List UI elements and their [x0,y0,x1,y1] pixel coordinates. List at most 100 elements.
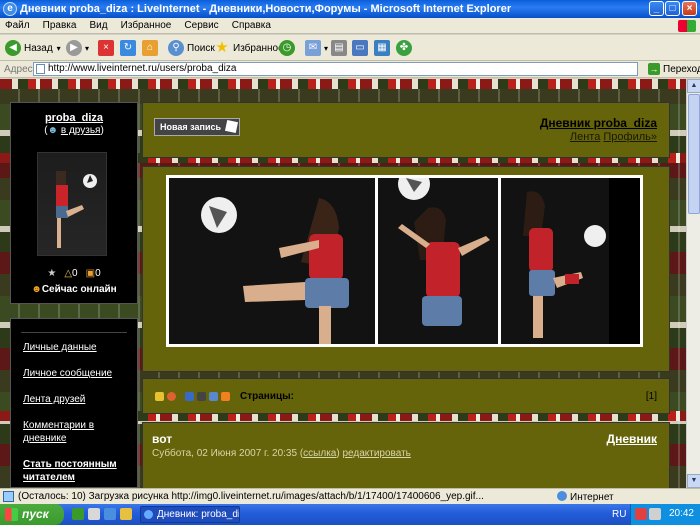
scroll-thumb[interactable] [688,94,700,214]
banner-photo [378,178,498,344]
comment-icon: ▣ [85,268,96,279]
favorites-button[interactable]: ★ Избранное [214,38,284,58]
avatar[interactable] [37,152,107,256]
menu-file[interactable]: Файл [0,18,35,33]
scroll-down-icon[interactable]: ▼ [687,474,700,488]
add-friend-link[interactable]: (☻ в друзья) [11,125,137,136]
stop-button[interactable]: × [98,38,117,58]
stat-item-b: ▣0 [85,268,101,279]
new-post-label: Новая запись [160,122,222,132]
post-permalink[interactable]: ссылка [303,448,336,459]
menu-view[interactable]: Вид [85,18,113,33]
banner-photo [501,178,640,344]
banner-photo [169,178,375,344]
back-label: Назад [24,42,53,54]
address-url: http://www.liveinternet.ru/users/proba_d… [48,63,237,74]
page-number[interactable]: [1] [646,391,657,402]
scroll-up-icon[interactable]: ▲ [687,79,700,93]
rating-star-icon: ★ [47,268,57,279]
window-title: Дневник proba_diza : LiveInternet - Днев… [20,3,512,15]
quicklaunch-icon[interactable] [120,508,132,520]
post-title: вот [152,432,173,446]
maximize-button[interactable]: □ [665,1,680,16]
profile-username[interactable]: proba_diza [11,112,137,124]
back-dropdown-icon[interactable]: ▾ [57,44,61,53]
taskbar-window-label: Дневник: proba_diza ... [157,509,240,520]
go-button[interactable]: → Переход [648,63,700,75]
mail-dropdown-icon[interactable]: ▾ [324,44,328,53]
header-links: Лента Профиль» [570,131,657,143]
menu-favorites[interactable]: Избранное [116,18,177,33]
print-icon[interactable] [197,392,206,401]
vertical-scrollbar[interactable]: ▲ ▼ [686,79,700,488]
thumbs-icon: △ [64,268,73,279]
tray-icon[interactable] [635,508,647,520]
divider [21,332,127,333]
post-category-link[interactable]: Дневник [607,432,657,446]
page-icon [36,64,45,74]
friends-icon: ☻ [47,125,59,136]
minimize-button[interactable]: _ [649,1,664,16]
nav-friends-feed[interactable]: Лента друзей [11,393,137,406]
print-button[interactable]: ▤ [331,38,350,58]
back-button[interactable]: ◀ Назад ▾ [5,38,61,58]
home-icon: ⌂ [142,40,158,56]
blog-header: Новая запись Дневник proba_diza Лента Пр… [142,102,670,158]
search-label: Поиск [187,42,215,54]
new-post-button[interactable]: Новая запись [154,118,241,136]
quicklaunch-icon[interactable] [104,508,116,520]
taskbar-window-button[interactable]: Дневник: proba_diza ... [140,506,240,523]
address-input[interactable]: http://www.liveinternet.ru/users/proba_d… [33,62,638,76]
history-button[interactable]: ◷ [279,38,298,58]
menu-help[interactable]: Справка [227,18,276,33]
edit-icon: ▭ [352,40,368,56]
profile-link[interactable]: Профиль» [603,131,657,143]
favorites-label: Избранное [233,42,284,54]
nav-private-message[interactable]: Личное сообщение [11,367,137,380]
print-icon: ▤ [331,40,347,56]
smile-icon[interactable] [167,392,176,401]
pages-label: Страницы: [240,391,294,402]
forward-dropdown-icon[interactable]: ▾ [85,44,89,53]
edit-button[interactable]: ▭ [352,38,371,58]
feed-link[interactable]: Лента [570,131,600,143]
quicklaunch-icon[interactable] [88,508,100,520]
tray-icon[interactable] [649,508,661,520]
start-button[interactable]: пуск [0,504,64,525]
address-bar: Адрес: http://www.liveinternet.ru/users/… [0,61,700,78]
forward-arrow-icon: ▶ [66,40,82,56]
messenger-icon: ✤ [396,40,412,56]
bookmark-icon[interactable] [185,392,194,401]
photo-kick [201,197,349,344]
post-edit-link[interactable]: редактировать [342,448,410,459]
search-button[interactable]: ⚲ Поиск [168,38,215,58]
refresh-button[interactable]: ↻ [120,38,139,58]
start-label: пуск [22,507,49,521]
nav-personal-data[interactable]: Личные данные [11,341,137,354]
photo-banner [142,166,670,372]
mail-icon[interactable] [209,392,218,401]
menu-edit[interactable]: Правка [38,18,82,33]
nav-become-reader[interactable]: Стать постоянным читателем [11,458,137,484]
photo-strip [166,175,643,347]
discuss-button[interactable]: ▦ [374,38,393,58]
mail-button[interactable]: ✉ ▾ [305,38,328,58]
home-button[interactable]: ⌂ [142,38,161,58]
rss-icon[interactable] [221,392,230,401]
blog-title[interactable]: Дневник proba_diza [540,116,657,130]
decor-strip [0,79,700,89]
quicklaunch-icon[interactable] [72,508,84,520]
internet-zone: Интернет [557,491,614,503]
language-indicator[interactable]: RU [612,509,626,520]
messenger-button[interactable]: ✤ [396,38,415,58]
title-bar: e Дневник proba_diza : LiveInternet - Дн… [0,0,700,18]
close-button[interactable]: × [682,1,697,16]
profile-box: proba_diza (☻ в друзья) ★ △0 ▣0 ☻Сейчас … [10,102,138,304]
pager-toolbar: Страницы: [1] [142,378,670,414]
pin-icon[interactable] [155,392,164,401]
nav-diary-comments[interactable]: Комментарии в дневнике [11,419,137,445]
sidebar-nav: Личные данные Личное сообщение Лента дру… [10,318,138,488]
online-status: ☻Сейчас онлайн [31,284,117,295]
menu-tools[interactable]: Сервис [179,18,223,33]
forward-button[interactable]: ▶ ▾ [66,38,89,58]
